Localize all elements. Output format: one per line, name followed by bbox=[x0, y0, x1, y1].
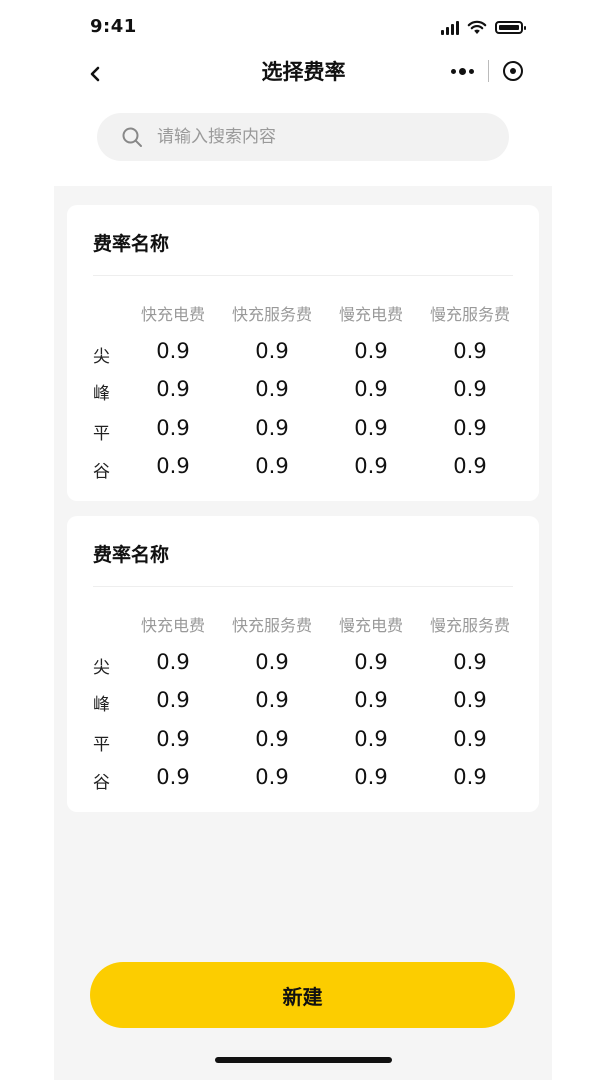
period-label: 平 bbox=[93, 424, 110, 444]
column-header: 慢充电费 bbox=[338, 305, 403, 324]
rate-value: 0.9 bbox=[453, 416, 487, 440]
column-header: 慢充服务费 bbox=[429, 616, 510, 635]
rate-value: 0.9 bbox=[156, 650, 190, 674]
rate-value: 0.9 bbox=[453, 339, 487, 363]
status-bar: 9:41 bbox=[0, 0, 607, 56]
more-options-icon[interactable] bbox=[451, 67, 474, 75]
rate-value: 0.9 bbox=[255, 377, 289, 401]
rate-card-title: 费率名称 bbox=[93, 233, 170, 255]
period-label: 峰 bbox=[93, 384, 110, 404]
home-indicator bbox=[215, 1057, 392, 1063]
rate-value: 0.9 bbox=[354, 688, 388, 712]
wifi-icon bbox=[467, 20, 487, 34]
new-rate-button[interactable]: 新建 bbox=[90, 962, 515, 1028]
rate-value: 0.9 bbox=[255, 765, 289, 789]
divider bbox=[93, 275, 513, 276]
rate-value: 0.9 bbox=[453, 454, 487, 478]
rate-value: 0.9 bbox=[453, 377, 487, 401]
rate-value: 0.9 bbox=[453, 650, 487, 674]
status-time: 9:41 bbox=[90, 16, 137, 37]
rate-value: 0.9 bbox=[156, 339, 190, 363]
column-header: 快充服务费 bbox=[231, 305, 312, 324]
rate-value: 0.9 bbox=[255, 454, 289, 478]
rate-value: 0.9 bbox=[453, 688, 487, 712]
rate-value: 0.9 bbox=[354, 765, 388, 789]
rate-value: 0.9 bbox=[354, 377, 388, 401]
period-label: 谷 bbox=[93, 462, 110, 482]
period-label: 峰 bbox=[93, 695, 110, 715]
search-icon bbox=[122, 127, 142, 147]
search-bar bbox=[97, 113, 509, 161]
mini-program-capsule bbox=[451, 60, 523, 82]
rate-value: 0.9 bbox=[453, 727, 487, 751]
period-label: 尖 bbox=[93, 347, 110, 367]
rate-value: 0.9 bbox=[156, 765, 190, 789]
rate-card[interactable]: 费率名称 快充电费 快充服务费 慢充电费 慢充服务费 尖 0.9 0.9 0.9… bbox=[67, 205, 539, 501]
rate-value: 0.9 bbox=[255, 688, 289, 712]
period-label: 尖 bbox=[93, 658, 110, 678]
battery-icon bbox=[495, 21, 526, 34]
column-header: 快充服务费 bbox=[231, 616, 312, 635]
rate-value: 0.9 bbox=[453, 765, 487, 789]
rate-card-title: 费率名称 bbox=[93, 544, 170, 566]
search-input[interactable] bbox=[155, 126, 479, 148]
capsule-divider bbox=[488, 60, 489, 82]
rate-value: 0.9 bbox=[354, 339, 388, 363]
rate-value: 0.9 bbox=[354, 650, 388, 674]
system-icons bbox=[441, 20, 526, 35]
close-mini-program-icon[interactable] bbox=[503, 61, 523, 81]
rate-value: 0.9 bbox=[354, 727, 388, 751]
rate-value: 0.9 bbox=[255, 339, 289, 363]
rate-value: 0.9 bbox=[156, 377, 190, 401]
period-label: 谷 bbox=[93, 773, 110, 793]
rate-value: 0.9 bbox=[156, 416, 190, 440]
divider bbox=[93, 586, 513, 587]
nav-bar: 选择费率 bbox=[0, 52, 607, 96]
rate-value: 0.9 bbox=[156, 688, 190, 712]
column-header: 快充电费 bbox=[140, 616, 205, 635]
rate-value: 0.9 bbox=[156, 727, 190, 751]
rate-card[interactable]: 费率名称 快充电费 快充服务费 慢充电费 慢充服务费 尖 0.9 0.9 0.9… bbox=[67, 516, 539, 812]
column-header: 慢充服务费 bbox=[429, 305, 510, 324]
rate-value: 0.9 bbox=[255, 727, 289, 751]
rate-value: 0.9 bbox=[156, 454, 190, 478]
column-header: 快充电费 bbox=[140, 305, 205, 324]
period-label: 平 bbox=[93, 735, 110, 755]
rate-value: 0.9 bbox=[354, 416, 388, 440]
rate-value: 0.9 bbox=[354, 454, 388, 478]
cellular-signal-icon bbox=[441, 20, 459, 35]
rate-value: 0.9 bbox=[255, 416, 289, 440]
rate-value: 0.9 bbox=[255, 650, 289, 674]
column-header: 慢充电费 bbox=[338, 616, 403, 635]
